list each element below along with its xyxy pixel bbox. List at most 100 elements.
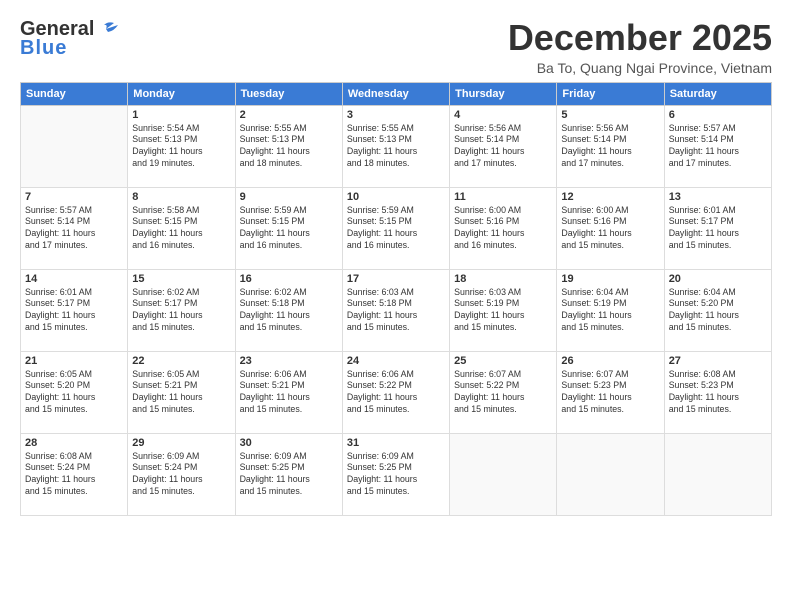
day-info: Sunrise: 6:05 AM Sunset: 5:20 PM Dayligh… <box>25 369 123 417</box>
day-number: 29 <box>132 437 230 449</box>
header: General Blue December 2025 Ba To, Quang … <box>20 18 772 76</box>
day-info: Sunrise: 5:57 AM Sunset: 5:14 PM Dayligh… <box>25 205 123 253</box>
day-info: Sunrise: 5:55 AM Sunset: 5:13 PM Dayligh… <box>240 123 338 171</box>
calendar-cell: 22Sunrise: 6:05 AM Sunset: 5:21 PM Dayli… <box>128 351 235 433</box>
day-number: 28 <box>25 437 123 449</box>
day-info: Sunrise: 6:06 AM Sunset: 5:22 PM Dayligh… <box>347 369 445 417</box>
day-info: Sunrise: 5:56 AM Sunset: 5:14 PM Dayligh… <box>454 123 552 171</box>
calendar-cell <box>450 433 557 515</box>
day-info: Sunrise: 6:00 AM Sunset: 5:16 PM Dayligh… <box>454 205 552 253</box>
calendar-cell: 13 Sunrise: 6:01 AM Sunset: 5:17 PM Dayli… <box>664 187 771 269</box>
day-number: 8 <box>132 191 230 203</box>
calendar-cell: 11 Sunrise: 6:00 AM Sunset: 5:16 PM Dayli… <box>450 187 557 269</box>
day-number: 17 <box>347 273 445 285</box>
day-number: 13 <box>669 191 767 203</box>
calendar-cell: 24 Sunrise: 6:06 AM Sunset: 5:22 PM Dayli… <box>342 351 449 433</box>
calendar-cell: 17 Sunrise: 6:03 AM Sunset: 5:18 PM Dayli… <box>342 269 449 351</box>
calendar-cell: 26 Sunrise: 6:07 AM Sunset: 5:23 PM Dayli… <box>557 351 664 433</box>
col-header-wednesday: Wednesday <box>342 82 449 105</box>
day-number: 19 <box>561 273 659 285</box>
col-header-friday: Friday <box>557 82 664 105</box>
day-number: 9 <box>240 191 338 203</box>
day-info: Sunrise: 5:57 AM Sunset: 5:14 PM Dayligh… <box>669 123 767 171</box>
calendar-cell: 10Sunrise: 5:59 AM Sunset: 5:15 PM Dayli… <box>342 187 449 269</box>
day-number: 1 <box>132 109 230 121</box>
day-number: 30 <box>240 437 338 449</box>
calendar-week-row: 7 Sunrise: 5:57 AM Sunset: 5:14 PM Daylig… <box>21 187 772 269</box>
calendar-cell <box>21 105 128 187</box>
calendar-week-row: 28 Sunrise: 6:08 AM Sunset: 5:24 PM Dayli… <box>21 433 772 515</box>
calendar-cell: 2 Sunrise: 5:55 AM Sunset: 5:13 PM Daylig… <box>235 105 342 187</box>
calendar-cell: 31 Sunrise: 6:09 AM Sunset: 5:25 PM Dayli… <box>342 433 449 515</box>
day-info: Sunrise: 5:58 AM Sunset: 5:15 PM Dayligh… <box>132 205 230 253</box>
day-info: Sunrise: 6:07 AM Sunset: 5:23 PM Dayligh… <box>561 369 659 417</box>
calendar-cell: 27Sunrise: 6:08 AM Sunset: 5:23 PM Dayli… <box>664 351 771 433</box>
day-number: 4 <box>454 109 552 121</box>
day-info: Sunrise: 5:55 AM Sunset: 5:13 PM Dayligh… <box>347 123 445 171</box>
calendar-cell: 25Sunrise: 6:07 AM Sunset: 5:22 PM Dayli… <box>450 351 557 433</box>
calendar-table: SundayMondayTuesdayWednesdayThursdayFrid… <box>20 82 772 516</box>
logo: General Blue <box>20 18 118 60</box>
day-number: 24 <box>347 355 445 367</box>
calendar-cell: 12 Sunrise: 6:00 AM Sunset: 5:16 PM Dayli… <box>557 187 664 269</box>
location-title: Ba To, Quang Ngai Province, Vietnam <box>508 60 772 76</box>
day-info: Sunrise: 5:54 AM Sunset: 5:13 PM Dayligh… <box>132 123 230 171</box>
calendar-cell: 1 Sunrise: 5:54 AM Sunset: 5:13 PM Daylig… <box>128 105 235 187</box>
calendar-cell: 23Sunrise: 6:06 AM Sunset: 5:21 PM Dayli… <box>235 351 342 433</box>
calendar-cell: 6 Sunrise: 5:57 AM Sunset: 5:14 PM Daylig… <box>664 105 771 187</box>
calendar-cell <box>557 433 664 515</box>
calendar-cell: 18Sunrise: 6:03 AM Sunset: 5:19 PM Dayli… <box>450 269 557 351</box>
day-number: 6 <box>669 109 767 121</box>
day-number: 7 <box>25 191 123 203</box>
calendar-week-row: 1 Sunrise: 5:54 AM Sunset: 5:13 PM Daylig… <box>21 105 772 187</box>
calendar-cell: 16Sunrise: 6:02 AM Sunset: 5:18 PM Dayli… <box>235 269 342 351</box>
day-info: Sunrise: 6:09 AM Sunset: 5:25 PM Dayligh… <box>347 451 445 499</box>
day-number: 18 <box>454 273 552 285</box>
day-number: 14 <box>25 273 123 285</box>
calendar-cell: 21 Sunrise: 6:05 AM Sunset: 5:20 PM Dayli… <box>21 351 128 433</box>
day-number: 25 <box>454 355 552 367</box>
day-info: Sunrise: 6:02 AM Sunset: 5:18 PM Dayligh… <box>240 287 338 335</box>
day-number: 27 <box>669 355 767 367</box>
page: General Blue December 2025 Ba To, Quang … <box>0 0 792 612</box>
day-number: 26 <box>561 355 659 367</box>
day-number: 12 <box>561 191 659 203</box>
month-title: December 2025 <box>508 18 772 58</box>
calendar-cell: 30Sunrise: 6:09 AM Sunset: 5:25 PM Dayli… <box>235 433 342 515</box>
calendar-header-row: SundayMondayTuesdayWednesdayThursdayFrid… <box>21 82 772 105</box>
day-info: Sunrise: 6:08 AM Sunset: 5:24 PM Dayligh… <box>25 451 123 499</box>
day-number: 15 <box>132 273 230 285</box>
calendar-week-row: 21 Sunrise: 6:05 AM Sunset: 5:20 PM Dayli… <box>21 351 772 433</box>
day-number: 21 <box>25 355 123 367</box>
day-info: Sunrise: 6:00 AM Sunset: 5:16 PM Dayligh… <box>561 205 659 253</box>
day-info: Sunrise: 6:02 AM Sunset: 5:17 PM Dayligh… <box>132 287 230 335</box>
calendar-cell: 3 Sunrise: 5:55 AM Sunset: 5:13 PM Daylig… <box>342 105 449 187</box>
day-info: Sunrise: 6:03 AM Sunset: 5:18 PM Dayligh… <box>347 287 445 335</box>
day-number: 11 <box>454 191 552 203</box>
calendar-cell: 28 Sunrise: 6:08 AM Sunset: 5:24 PM Dayli… <box>21 433 128 515</box>
calendar-cell: 4 Sunrise: 5:56 AM Sunset: 5:14 PM Daylig… <box>450 105 557 187</box>
calendar-cell: 5 Sunrise: 5:56 AM Sunset: 5:14 PM Daylig… <box>557 105 664 187</box>
day-info: Sunrise: 5:56 AM Sunset: 5:14 PM Dayligh… <box>561 123 659 171</box>
day-info: Sunrise: 6:09 AM Sunset: 5:24 PM Dayligh… <box>132 451 230 499</box>
day-number: 5 <box>561 109 659 121</box>
day-number: 23 <box>240 355 338 367</box>
day-number: 31 <box>347 437 445 449</box>
calendar-cell <box>664 433 771 515</box>
col-header-sunday: Sunday <box>21 82 128 105</box>
title-block: December 2025 Ba To, Quang Ngai Province… <box>508 18 772 76</box>
col-header-thursday: Thursday <box>450 82 557 105</box>
col-header-tuesday: Tuesday <box>235 82 342 105</box>
day-number: 3 <box>347 109 445 121</box>
day-info: Sunrise: 5:59 AM Sunset: 5:15 PM Dayligh… <box>240 205 338 253</box>
col-header-monday: Monday <box>128 82 235 105</box>
logo-bird-icon <box>96 21 118 39</box>
calendar-cell: 20Sunrise: 6:04 AM Sunset: 5:20 PM Dayli… <box>664 269 771 351</box>
calendar-week-row: 14Sunrise: 6:01 AM Sunset: 5:17 PM Dayli… <box>21 269 772 351</box>
calendar-cell: 7 Sunrise: 5:57 AM Sunset: 5:14 PM Daylig… <box>21 187 128 269</box>
day-number: 20 <box>669 273 767 285</box>
day-number: 2 <box>240 109 338 121</box>
calendar-cell: 9 Sunrise: 5:59 AM Sunset: 5:15 PM Daylig… <box>235 187 342 269</box>
day-info: Sunrise: 6:04 AM Sunset: 5:19 PM Dayligh… <box>561 287 659 335</box>
day-info: Sunrise: 6:01 AM Sunset: 5:17 PM Dayligh… <box>669 205 767 253</box>
